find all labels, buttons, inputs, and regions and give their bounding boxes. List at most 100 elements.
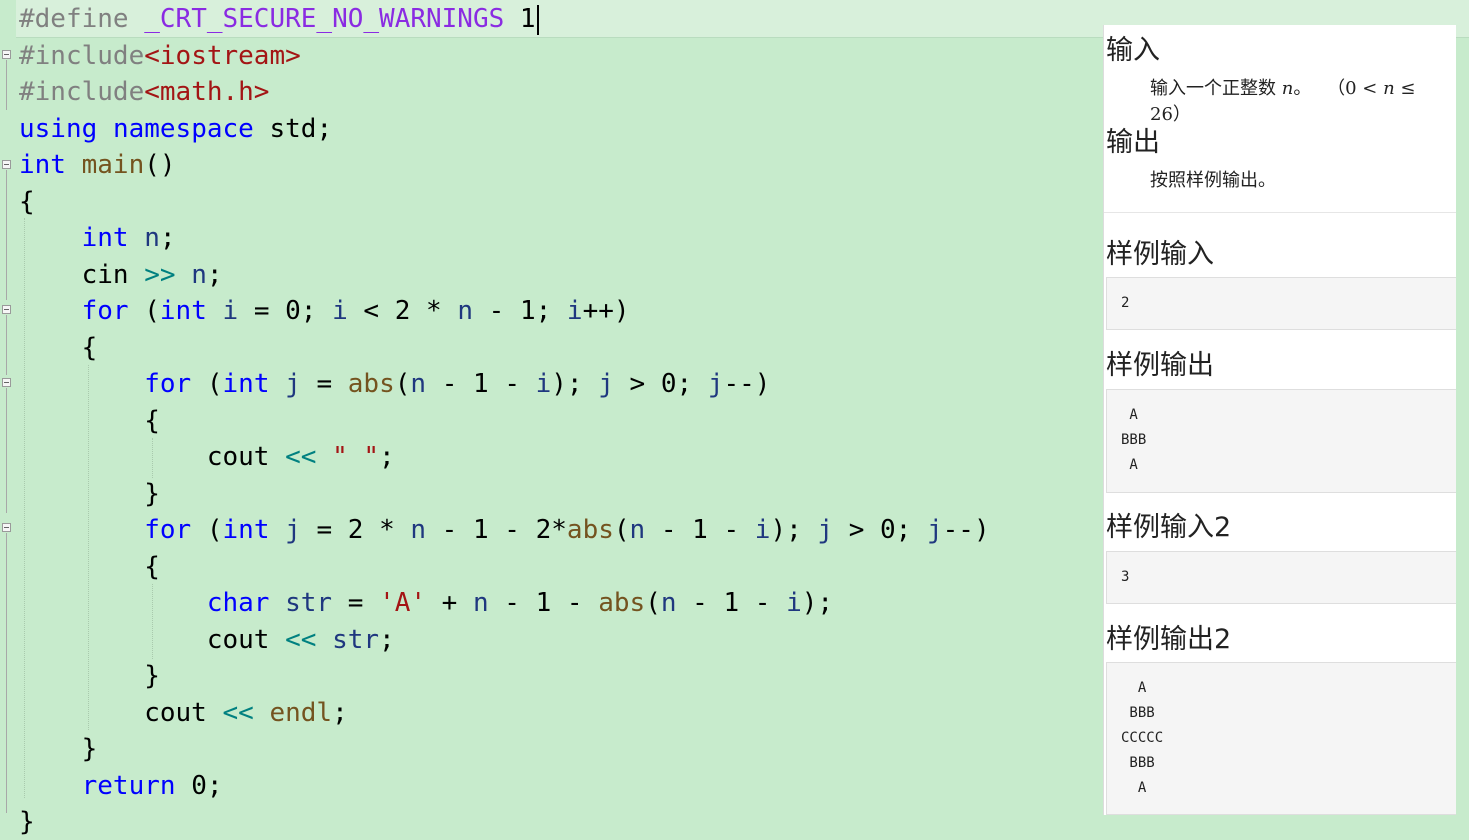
fold-toggle-icon[interactable]	[2, 305, 11, 314]
fold-line	[6, 533, 7, 813]
code-token: {	[19, 186, 35, 217]
code-token: abs	[347, 369, 395, 399]
code-line[interactable]: for (int i = 0; i < 2 * n - 1; i++)	[19, 293, 630, 329]
code-token: - 1 -	[426, 369, 536, 399]
code-token: int	[159, 296, 207, 326]
code-line[interactable]: for (int j = abs(n - 1 - i); j > 0; j--)	[19, 366, 770, 402]
code-token: n	[660, 588, 677, 618]
code-token: n	[144, 223, 160, 253]
code-line[interactable]: #include<math.h>	[19, 74, 269, 110]
constraint-lo: 0 <	[1345, 78, 1378, 99]
code-token: (	[645, 588, 661, 618]
fold-toggle-icon[interactable]	[2, 523, 11, 532]
code-token: #include	[19, 77, 145, 107]
code-token: (	[191, 369, 223, 399]
code-line[interactable]: cout << " ";	[19, 439, 395, 475]
sample-input2-box[interactable]: 3	[1106, 551, 1456, 604]
code-token: <<	[285, 442, 317, 472]
code-token: <<	[222, 697, 254, 728]
code-line[interactable]: {	[19, 184, 35, 220]
code-token: j	[285, 515, 301, 545]
code-token: - 1 -	[645, 515, 755, 545]
code-line[interactable]: {	[19, 403, 160, 439]
code-line[interactable]: cout << endl;	[19, 695, 348, 731]
fold-line	[6, 315, 7, 375]
input-desc-text: 输入一个正整数	[1150, 78, 1276, 99]
code-token: }	[19, 478, 160, 509]
constraint-var: n	[1383, 78, 1395, 99]
code-token: cout	[19, 624, 286, 655]
sample-input-heading: 样例输入	[1106, 239, 1214, 270]
code-token: ++)	[582, 296, 630, 326]
code-line[interactable]: return 0;	[19, 768, 223, 804]
code-token: 1	[519, 4, 536, 34]
code-token: {	[19, 551, 160, 582]
code-token: i	[332, 296, 348, 326]
code-line[interactable]: char str = 'A' + n - 1 - abs(n - 1 - i);	[19, 585, 833, 621]
fold-toggle-icon[interactable]	[2, 378, 11, 387]
code-line[interactable]: {	[19, 549, 160, 585]
code-line[interactable]: cout << str;	[19, 622, 395, 658]
code-token: - 1;	[473, 296, 567, 326]
code-line[interactable]: int main()	[19, 147, 176, 183]
code-line[interactable]: #include<iostream>	[19, 38, 301, 74]
code-line[interactable]: }	[19, 731, 98, 767]
code-token: );	[770, 515, 818, 545]
code-token: ;	[332, 697, 348, 728]
problem-statement-panel: 输入 输入一个正整数 n。 （0 < n ≤ 26） 输出 按照样例输出。 样例…	[1103, 25, 1456, 815]
code-token: < 2 *	[347, 296, 458, 326]
sample-output2-box[interactable]: A BBB CCCCC BBB A	[1106, 662, 1456, 815]
code-line[interactable]: }	[19, 804, 35, 840]
code-line[interactable]: #define _CRT_SECURE_NO_WARNINGS 1	[19, 1, 539, 37]
code-line[interactable]: cin >> n;	[19, 257, 223, 293]
code-token: #include	[19, 40, 145, 71]
code-token: (	[128, 296, 160, 326]
fold-toggle-icon[interactable]	[2, 160, 11, 169]
code-token: int	[19, 150, 66, 180]
code-line[interactable]: using namespace std;	[19, 111, 332, 147]
code-token: str	[332, 624, 380, 655]
code-token: ;	[379, 442, 395, 472]
code-token: ;	[206, 259, 223, 290]
code-token: - 1 -	[488, 588, 599, 618]
code-token: main	[81, 150, 145, 180]
code-line[interactable]: for (int j = 2 * n - 1 - 2*abs(n - 1 - i…	[19, 512, 989, 548]
code-token: <math.h>	[144, 77, 270, 107]
code-token: " "	[332, 442, 380, 472]
constraint-open: （	[1327, 78, 1346, 99]
code-line[interactable]: }	[19, 658, 160, 694]
sample-output-box[interactable]: A BBB A	[1106, 389, 1456, 493]
code-token: +	[426, 588, 473, 618]
sample-output2-text: A BBB CCCCC BBB A	[1121, 680, 1164, 796]
sample-output-text: A BBB A	[1121, 407, 1147, 473]
code-token: j	[598, 369, 614, 399]
code-token: cin	[19, 259, 145, 290]
code-token: ;	[159, 223, 176, 253]
code-token: (	[394, 369, 411, 399]
code-token: n	[410, 369, 427, 399]
fold-toggle-icon[interactable]	[2, 50, 11, 59]
code-line[interactable]: int n;	[19, 220, 176, 256]
fold-line	[6, 60, 7, 110]
code-token: }	[19, 661, 160, 691]
code-token: = 2 *	[300, 515, 411, 545]
code-token: n	[629, 515, 646, 545]
sample-input-box[interactable]: 2	[1106, 277, 1456, 330]
fold-gutter	[0, 0, 16, 818]
code-line[interactable]: }	[19, 476, 160, 512]
code-token: >>	[144, 259, 176, 290]
code-line[interactable]: {	[19, 330, 98, 366]
code-token: int	[81, 223, 129, 253]
code-token: abs	[598, 588, 646, 618]
